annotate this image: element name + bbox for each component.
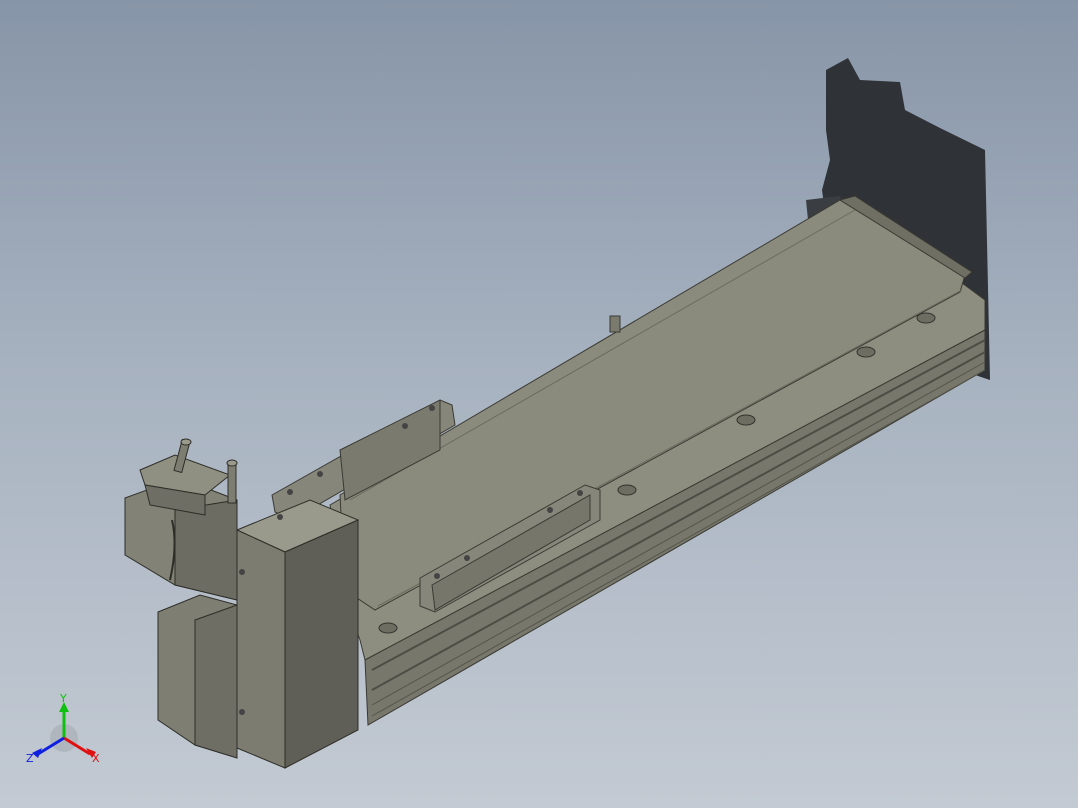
x-axis-label: X (92, 752, 100, 765)
motor-end-housing[interactable] (235, 499, 360, 769)
y-axis-label: Y (59, 692, 67, 705)
stepper-motor[interactable] (124, 477, 238, 759)
z-axis-label: Z (26, 752, 34, 765)
view-orientation-triad[interactable]: Y X Z (22, 690, 112, 780)
model-scene[interactable] (0, 0, 1078, 808)
3d-viewport[interactable]: Y X Z (0, 0, 1078, 808)
